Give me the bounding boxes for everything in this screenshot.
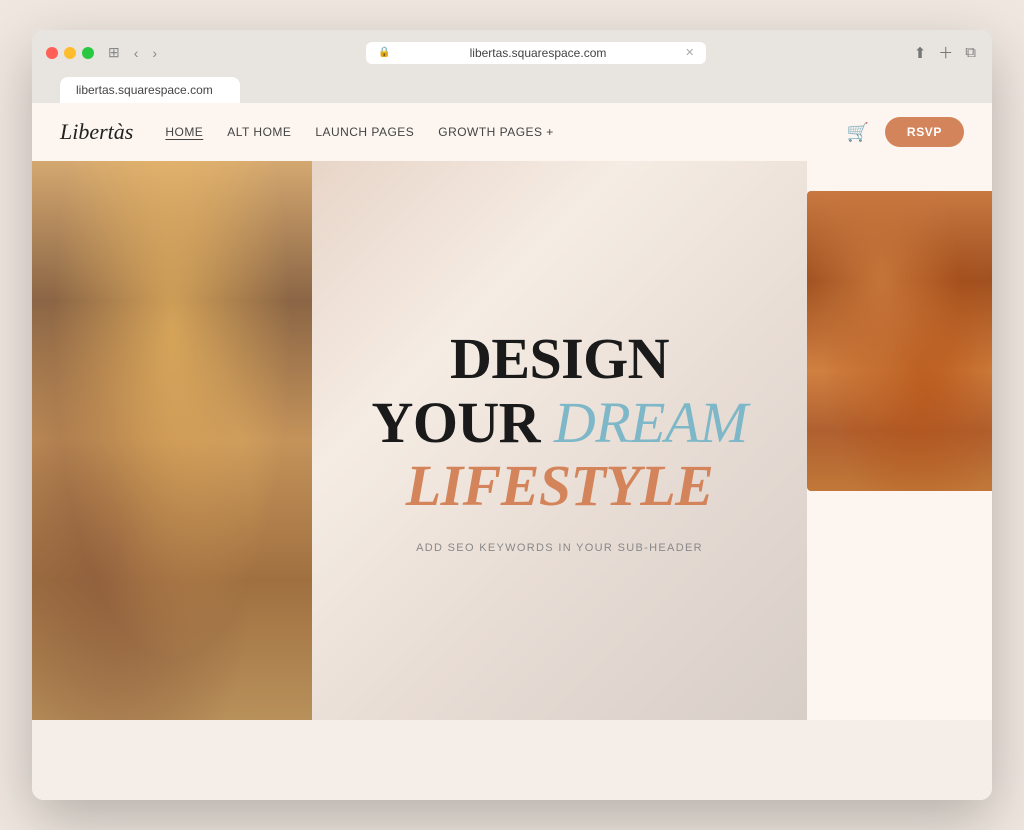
- headline-lifestyle: LIFESTYLE: [372, 454, 748, 518]
- address-bar[interactable]: 🔒 libertas.squarespace.com ✕: [366, 42, 706, 64]
- nav-link-launch-pages[interactable]: LAUNCH PAGES: [315, 125, 414, 139]
- hero-right-image-inner: [807, 191, 992, 491]
- headline-dream: DREAM: [554, 390, 748, 455]
- browser-chrome: ⊞ ‹ › 🔒 libertas.squarespace.com ✕ ⬆ ＋ ⧉…: [32, 30, 992, 103]
- url-text: libertas.squarespace.com: [397, 46, 679, 60]
- tab-title: libertas.squarespace.com: [76, 83, 213, 97]
- hero-right-image: [807, 161, 992, 720]
- forward-button[interactable]: ›: [148, 43, 161, 63]
- hero-subheader: ADD SEO KEYWORDS IN YOUR SUB-HEADER: [416, 542, 703, 554]
- back-button[interactable]: ‹: [130, 43, 143, 63]
- cart-icon[interactable]: 🛒: [847, 122, 869, 143]
- nav-links: HOME ALT HOME LAUNCH PAGES GROWTH PAGES …: [165, 125, 846, 139]
- site-logo[interactable]: Libertàs: [60, 119, 133, 145]
- website-content: Libertàs HOME ALT HOME LAUNCH PAGES GROW…: [32, 103, 992, 800]
- browser-actions: ⬆ ＋ ⧉: [912, 40, 978, 65]
- nav-link-alt-home[interactable]: ALT HOME: [227, 125, 291, 139]
- lock-icon: 🔒: [378, 47, 390, 58]
- clear-url-button[interactable]: ✕: [685, 46, 694, 59]
- minimize-button[interactable]: [64, 47, 76, 59]
- nav-link-growth-pages[interactable]: GROWTH PAGES +: [438, 125, 554, 139]
- rsvp-button[interactable]: RSVP: [885, 117, 964, 147]
- hero-section: DESIGN YOUR DREAM LIFESTYLE ADD SEO KEYW…: [32, 161, 992, 720]
- hero-bottom: [32, 720, 992, 800]
- tabs-bar: libertas.squarespace.com: [46, 77, 978, 103]
- active-tab[interactable]: libertas.squarespace.com: [60, 77, 240, 103]
- nav-right: 🛒 RSVP: [847, 117, 965, 147]
- duplicate-button[interactable]: ⧉: [963, 42, 978, 63]
- hero-left-image: [32, 161, 312, 720]
- browser-controls: ⊞ ‹ ›: [104, 42, 161, 63]
- site-nav: Libertàs HOME ALT HOME LAUNCH PAGES GROW…: [32, 103, 992, 161]
- close-button[interactable]: [46, 47, 58, 59]
- traffic-lights: [46, 47, 94, 59]
- hero-left-image-inner: [32, 161, 312, 720]
- address-bar-container: 🔒 libertas.squarespace.com ✕: [171, 42, 902, 64]
- new-tab-button[interactable]: ＋: [936, 40, 955, 65]
- maximize-button[interactable]: [82, 47, 94, 59]
- nav-link-home[interactable]: HOME: [165, 125, 203, 139]
- sidebar-toggle-button[interactable]: ⊞: [104, 42, 124, 63]
- hero-headline: DESIGN YOUR DREAM LIFESTYLE: [372, 327, 748, 518]
- browser-window: ⊞ ‹ › 🔒 libertas.squarespace.com ✕ ⬆ ＋ ⧉…: [32, 30, 992, 800]
- headline-design: DESIGN: [372, 327, 748, 391]
- headline-your: YOUR: [372, 390, 554, 455]
- share-button[interactable]: ⬆: [912, 42, 929, 64]
- hero-center: DESIGN YOUR DREAM LIFESTYLE ADD SEO KEYW…: [312, 161, 807, 720]
